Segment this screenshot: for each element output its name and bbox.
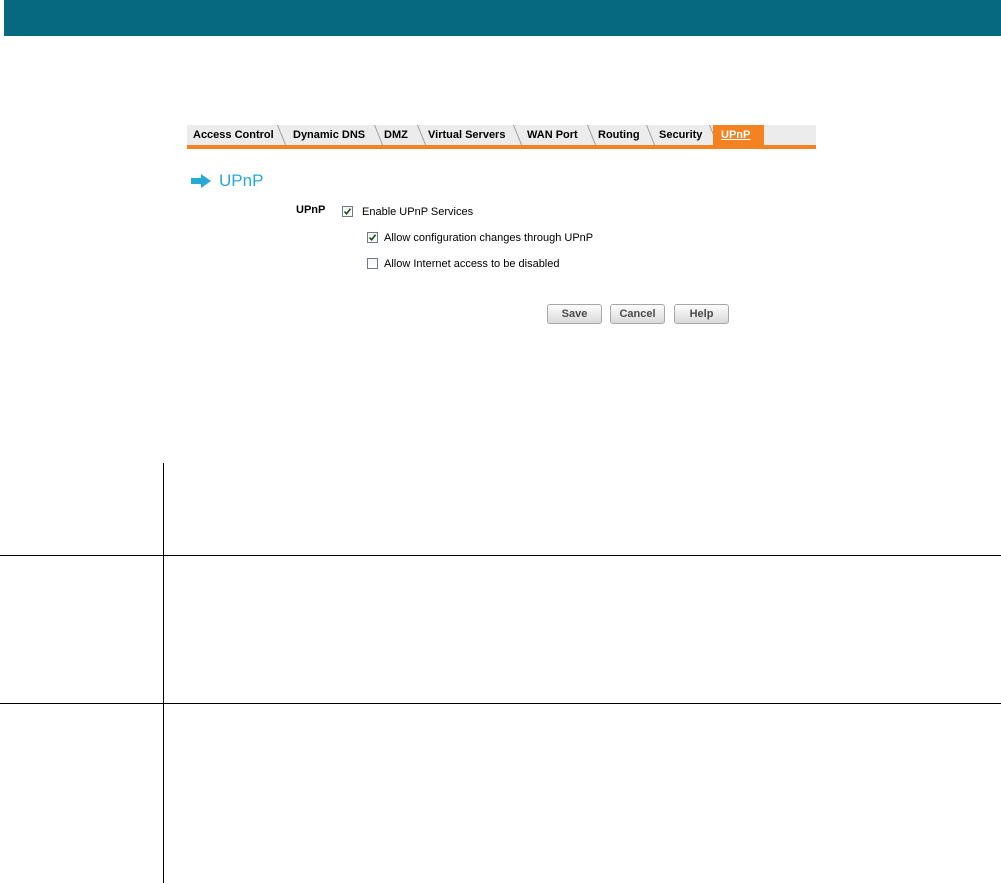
checkmark-icon: [368, 234, 377, 242]
tab-dynamic-dns[interactable]: Dynamic DNS: [287, 125, 384, 145]
tab-access-control[interactable]: Access Control: [187, 125, 287, 145]
enable-upnp-label: Enable UPnP Services: [362, 206, 474, 218]
allow-internet-disable-label: Allow Internet access to be disabled: [384, 258, 560, 270]
tab-label: DMZ: [384, 129, 408, 141]
tab-separator: [277, 125, 287, 145]
table-divider-horizontal: [0, 555, 1001, 556]
cancel-button[interactable]: Cancel: [610, 304, 665, 324]
tab-label: Security: [659, 129, 703, 141]
upnp-label: UPnP: [296, 204, 326, 216]
tab-bar: Access Control Dynamic DNS DMZ Virtual S…: [187, 125, 816, 149]
tab-virtual-servers[interactable]: Virtual Servers: [422, 125, 523, 145]
tab-dmz[interactable]: DMZ: [378, 125, 427, 145]
allow-config-changes-checkbox[interactable]: [367, 232, 378, 243]
tab-label: UPnP: [721, 129, 751, 141]
tab-label: Virtual Servers: [428, 129, 506, 141]
tab-label: Dynamic DNS: [293, 129, 366, 141]
tab-bar-underline: [187, 145, 816, 149]
enable-upnp-checkbox[interactable]: [342, 206, 353, 217]
tab-upnp[interactable]: UPnP: [713, 125, 765, 145]
tab-security[interactable]: Security: [653, 125, 719, 145]
page-title: UPnP: [219, 171, 264, 190]
arrow-right-icon: [191, 174, 211, 188]
tab-label: Routing: [598, 129, 640, 141]
tab-label: Access Control: [193, 129, 274, 141]
tab-wan-port[interactable]: WAN Port: [521, 125, 597, 145]
tab-label: WAN Port: [527, 129, 578, 141]
top-header-bar: [4, 0, 1001, 36]
allow-internet-disable-checkbox[interactable]: [367, 258, 378, 269]
save-button[interactable]: Save: [547, 304, 602, 324]
table-divider-vertical: [163, 463, 164, 883]
allow-config-changes-label: Allow configuration changes through UPnP: [384, 232, 594, 244]
checkmark-icon: [343, 208, 352, 216]
help-button[interactable]: Help: [674, 304, 729, 324]
page-heading: UPnP: [191, 170, 263, 192]
tab-routing[interactable]: Routing: [592, 125, 656, 145]
table-divider-horizontal: [0, 703, 1001, 704]
